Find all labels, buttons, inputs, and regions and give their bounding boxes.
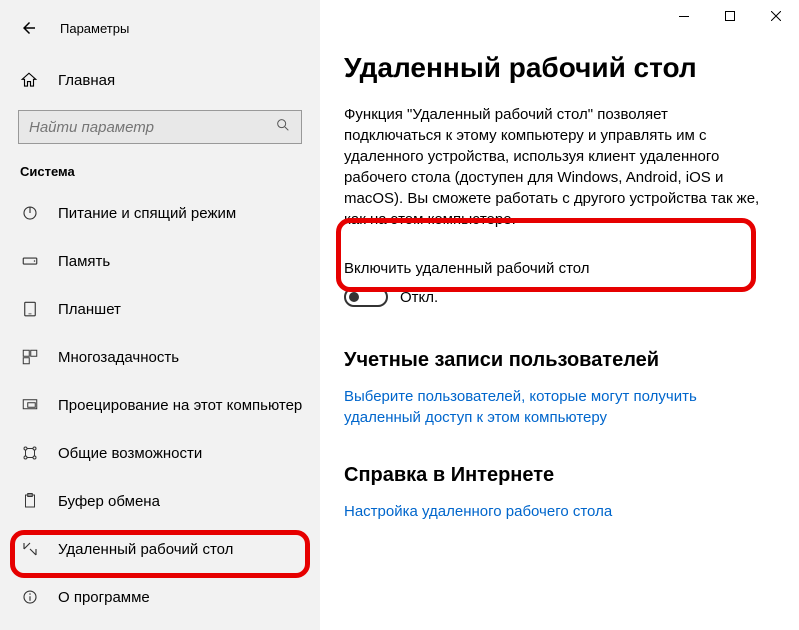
multitasking-icon [20,348,40,366]
search-icon [275,117,291,138]
back-button[interactable] [20,19,40,37]
page-description: Функция "Удаленный рабочий стол" позволя… [344,104,764,230]
toggle-state: Откл. [400,289,438,306]
sidebar-item-label: О программе [58,589,150,606]
sidebar-item-shared[interactable]: Общие возможности [0,429,320,477]
sidebar-item-label: Общие возможности [58,445,202,462]
sidebar-item-label: Удаленный рабочий стол [58,541,233,558]
sidebar-item-clipboard[interactable]: Буфер обмена [0,477,320,525]
accounts-heading: Учетные записи пользователей [344,349,771,372]
power-icon [20,204,40,222]
help-heading: Справка в Интернете [344,464,771,487]
sidebar-home[interactable]: Главная [0,60,320,100]
sidebar-item-label: Буфер обмена [58,493,160,510]
page-title: Удаленный рабочий стол [344,52,771,84]
sidebar-item-tablet[interactable]: Планшет [0,285,320,333]
close-button[interactable] [753,0,799,32]
sidebar-item-about[interactable]: О программе [0,573,320,621]
home-icon [20,71,40,89]
sidebar-item-label: Питание и спящий режим [58,205,236,222]
search-input-wrap[interactable] [18,110,302,144]
search-input[interactable] [29,119,275,136]
sidebar-item-label: Проецирование на этот компьютер [58,397,302,414]
clipboard-icon [20,492,40,510]
info-icon [20,588,40,606]
tablet-icon [20,300,40,318]
window-title: Параметры [60,21,129,36]
sidebar-item-remote-desktop[interactable]: Удаленный рабочий стол [0,525,320,573]
remote-desktop-toggle[interactable] [344,287,388,307]
storage-icon [20,252,40,270]
select-users-link[interactable]: Выберите пользователей, которые могут по… [344,386,764,428]
sidebar-item-power[interactable]: Питание и спящий режим [0,189,320,237]
sidebar-item-projection[interactable]: Проецирование на этот компьютер [0,381,320,429]
sidebar-item-label: Планшет [58,301,121,318]
sidebar-item-storage[interactable]: Память [0,237,320,285]
remote-desktop-icon [20,540,40,558]
sidebar-home-label: Главная [58,72,115,89]
minimize-button[interactable] [661,0,707,32]
maximize-button[interactable] [707,0,753,32]
sidebar-item-label: Память [58,253,110,270]
projection-icon [20,396,40,414]
setup-help-link[interactable]: Настройка удаленного рабочего стола [344,501,612,522]
sidebar-category: Система [0,158,320,189]
shared-icon [20,444,40,462]
sidebar-item-multitasking[interactable]: Многозадачность [0,333,320,381]
toggle-label: Включить удаленный рабочий стол [344,260,771,277]
sidebar-item-label: Многозадачность [58,349,179,366]
